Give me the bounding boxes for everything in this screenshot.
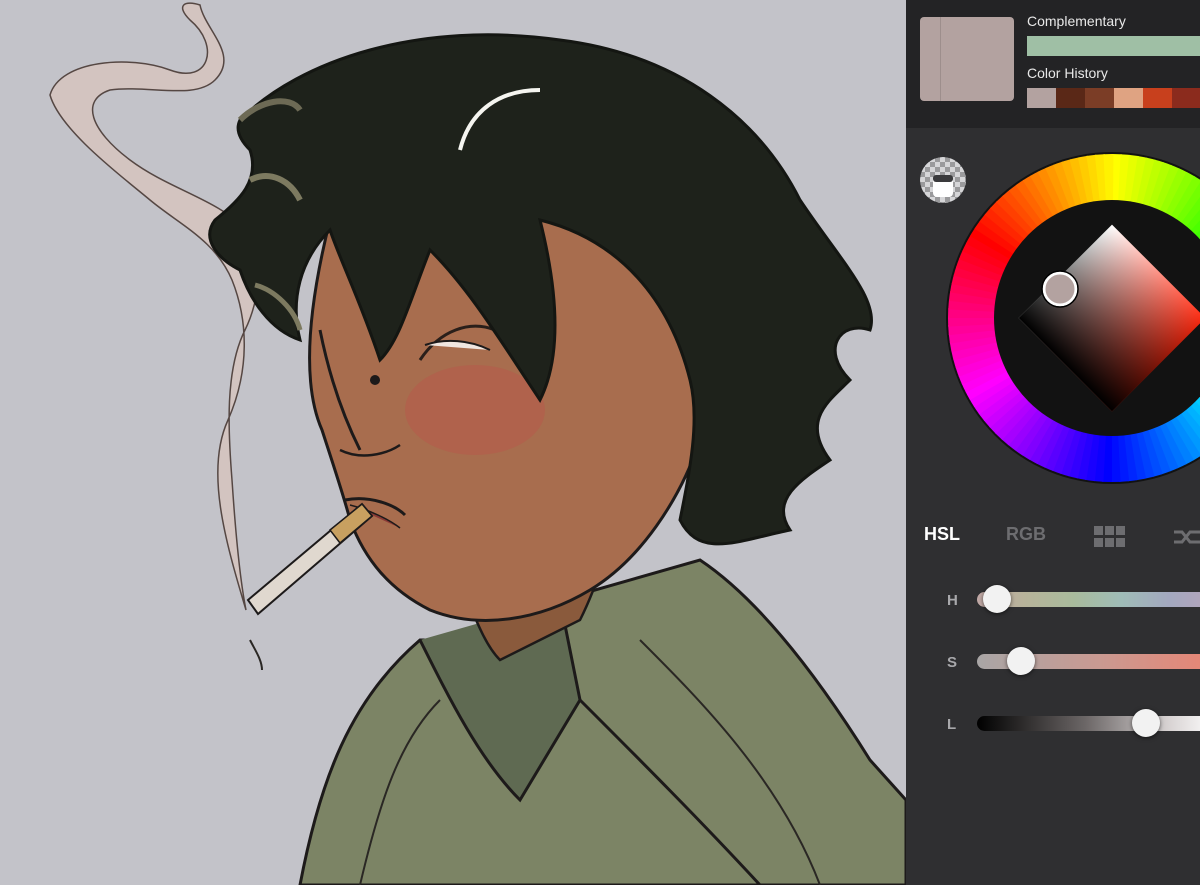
color-history-swatch[interactable] (1085, 88, 1114, 108)
hue-slider-knob[interactable] (983, 585, 1012, 613)
tab-hsl[interactable]: HSL (924, 524, 960, 545)
tab-harmony[interactable] (1172, 526, 1200, 553)
color-history-swatch[interactable] (1143, 88, 1172, 108)
lightness-slider[interactable] (977, 709, 1200, 737)
hue-label: H (947, 592, 958, 609)
hue-slider[interactable] (977, 585, 1200, 613)
saturation-slider[interactable] (977, 647, 1200, 675)
current-color-swatch[interactable] (920, 17, 1014, 101)
palette-grid-icon (1094, 526, 1125, 547)
drawing-canvas[interactable] (0, 0, 906, 885)
color-history-swatch[interactable] (1027, 88, 1056, 108)
complementary-swatch[interactable] (1027, 36, 1200, 56)
tab-palette[interactable] (1094, 526, 1126, 553)
color-history-swatch[interactable] (1056, 88, 1085, 108)
color-history-swatch[interactable] (1114, 88, 1143, 108)
color-picker-indicator[interactable] (1042, 271, 1078, 307)
color-wheel-svg (946, 152, 1200, 484)
complementary-label: Complementary (1027, 13, 1126, 29)
saturation-slider-knob[interactable] (1007, 647, 1036, 675)
color-history-label: Color History (1027, 65, 1108, 81)
color-history (1027, 88, 1200, 108)
artwork (49, 2, 906, 885)
harmony-shuffle-icon (1174, 530, 1200, 544)
tab-rgb[interactable]: RGB (1006, 524, 1046, 545)
color-mode-tabs: HSL RGB (906, 520, 1200, 556)
lightness-label: L (947, 716, 957, 733)
smoke (49, 2, 259, 611)
lightness-slider-knob[interactable] (1132, 709, 1161, 737)
saturation-label: S (947, 654, 958, 671)
color-history-swatch[interactable] (1172, 88, 1200, 108)
color-wheel[interactable] (946, 152, 1200, 484)
color-panel: Complementary Color History HSL RGB H S … (906, 0, 1200, 885)
color-header: Complementary Color History (906, 0, 1200, 128)
